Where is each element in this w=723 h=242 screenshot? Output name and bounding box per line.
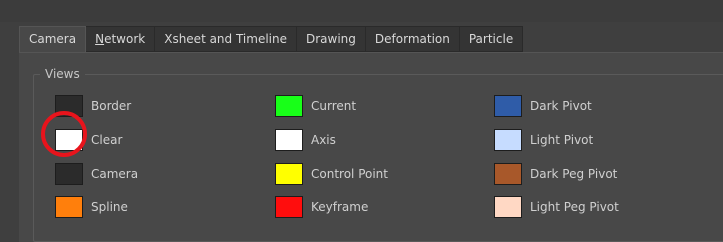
dialog-top-band [0,0,723,22]
camera-tab-panel: Views Border Clear Camera Spline Current… [19,52,723,242]
color-option-dark-pivot[interactable]: Dark Pivot [494,94,592,118]
tab-particle[interactable]: Particle [459,26,524,52]
spline-color-swatch[interactable] [55,196,83,218]
preferences-tabbar: Camera Network Xsheet and Timeline Drawi… [19,26,524,53]
color-option-camera[interactable]: Camera [55,162,138,186]
dark-peg-pivot-label: Dark Peg Pivot [530,167,618,181]
keyframe-color-swatch[interactable] [275,196,303,218]
camera-label: Camera [91,167,139,181]
control-point-color-swatch[interactable] [275,163,303,185]
control-point-label: Control Point [311,167,388,181]
dark-pivot-color-swatch[interactable] [494,95,522,117]
light-pivot-label: Light Pivot [530,133,594,147]
light-peg-pivot-color-swatch[interactable] [494,196,522,218]
border-label: Border [91,99,132,113]
dark-pivot-label: Dark Pivot [530,99,592,113]
camera-color-swatch[interactable] [55,163,83,185]
tab-camera[interactable]: Camera [19,26,87,53]
current-color-swatch[interactable] [275,95,303,117]
axis-label: Axis [311,133,336,147]
color-option-light-peg-pivot[interactable]: Light Peg Pivot [494,195,619,219]
clear-label: Clear [91,133,123,147]
color-option-border[interactable]: Border [55,94,131,118]
current-label: Current [311,99,357,113]
spline-label: Spline [91,200,128,214]
color-option-light-pivot[interactable]: Light Pivot [494,128,593,152]
border-color-swatch[interactable] [55,95,83,117]
tab-network-rest: etwork [104,32,146,46]
axis-color-swatch[interactable] [275,129,303,151]
color-option-control-point[interactable]: Control Point [275,162,388,186]
views-group: Views Border Clear Camera Spline Current… [33,66,723,242]
color-option-dark-peg-pivot[interactable]: Dark Peg Pivot [494,162,617,186]
color-option-axis[interactable]: Axis [275,128,336,152]
tab-network[interactable]: Network [86,26,156,52]
views-group-title: Views [40,66,85,82]
light-peg-pivot-label: Light Peg Pivot [530,200,619,214]
preferences-dialog: Camera Network Xsheet and Timeline Drawi… [0,0,723,242]
dark-peg-pivot-color-swatch[interactable] [494,163,522,185]
color-option-clear[interactable]: Clear [55,128,122,152]
color-option-spline[interactable]: Spline [55,195,128,219]
color-option-current[interactable]: Current [275,94,356,118]
light-pivot-color-swatch[interactable] [494,129,522,151]
tab-xsheet-and-timeline[interactable]: Xsheet and Timeline [155,26,297,52]
clear-color-swatch[interactable] [55,129,83,151]
keyframe-label: Keyframe [311,200,369,214]
tab-deformation[interactable]: Deformation [365,26,460,52]
tab-network-mnemonic: N [95,32,105,46]
color-option-keyframe[interactable]: Keyframe [275,195,368,219]
tab-drawing[interactable]: Drawing [297,26,366,52]
